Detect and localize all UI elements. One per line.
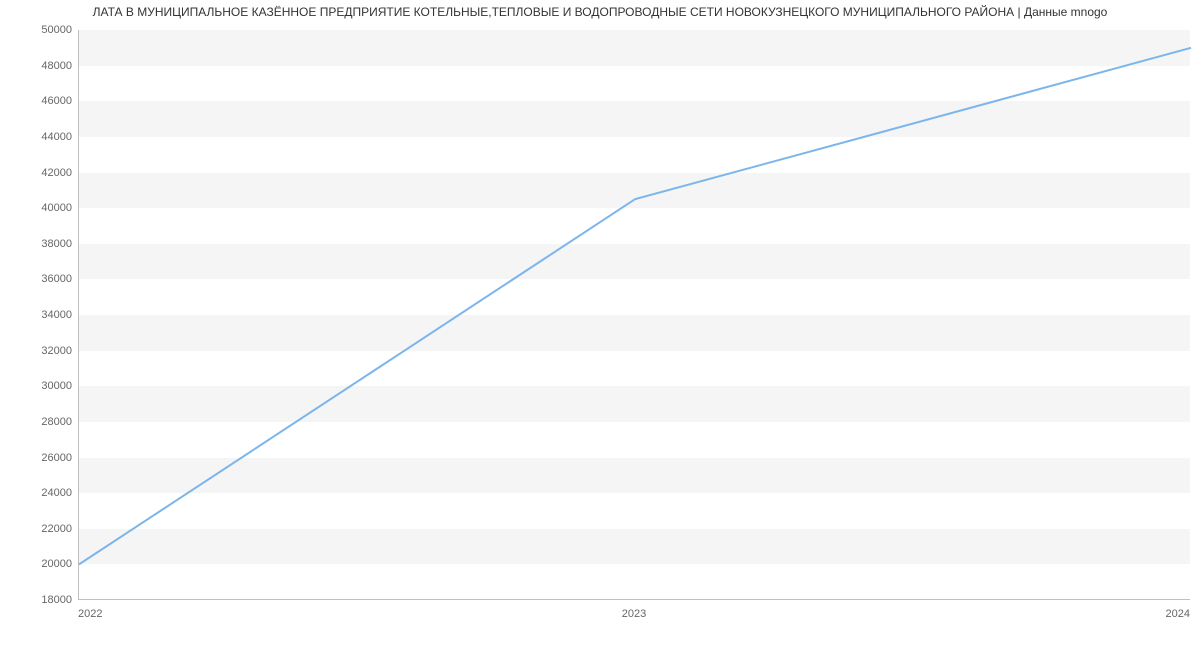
y-tick-label: 36000 xyxy=(41,273,72,285)
data-line xyxy=(79,48,1191,565)
x-tick-label: 2023 xyxy=(622,608,646,620)
x-tick-label: 2024 xyxy=(1166,608,1190,620)
y-tick-label: 30000 xyxy=(41,380,72,392)
y-tick-label: 38000 xyxy=(41,238,72,250)
y-tick-label: 32000 xyxy=(41,345,72,357)
y-tick-label: 24000 xyxy=(41,487,72,499)
y-tick-label: 18000 xyxy=(41,594,72,606)
x-tick-label: 2022 xyxy=(78,608,102,620)
line-chart-svg xyxy=(79,30,1190,599)
y-tick-label: 20000 xyxy=(41,558,72,570)
y-tick-label: 44000 xyxy=(41,131,72,143)
plot-area xyxy=(78,30,1190,600)
y-tick-label: 28000 xyxy=(41,416,72,428)
chart-container: ЛАТА В МУНИЦИПАЛЬНОЕ КАЗЁННОЕ ПРЕДПРИЯТИ… xyxy=(0,0,1200,650)
y-tick-label: 48000 xyxy=(41,60,72,72)
y-tick-label: 50000 xyxy=(41,24,72,36)
y-tick-label: 34000 xyxy=(41,309,72,321)
y-tick-label: 26000 xyxy=(41,452,72,464)
y-tick-label: 22000 xyxy=(41,523,72,535)
y-tick-label: 46000 xyxy=(41,95,72,107)
chart-title: ЛАТА В МУНИЦИПАЛЬНОЕ КАЗЁННОЕ ПРЕДПРИЯТИ… xyxy=(93,5,1108,19)
y-tick-label: 42000 xyxy=(41,167,72,179)
y-tick-label: 40000 xyxy=(41,202,72,214)
